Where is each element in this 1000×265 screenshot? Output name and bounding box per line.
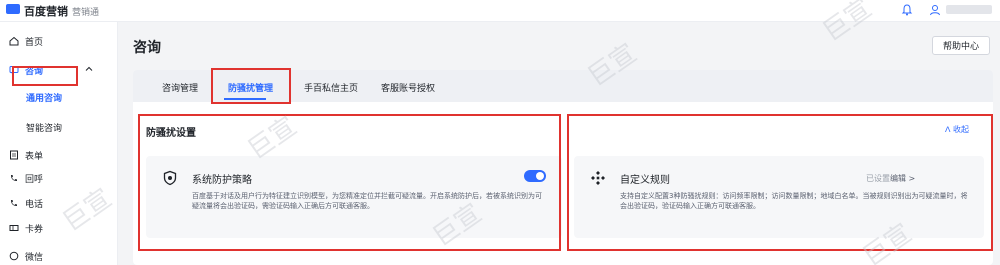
tab-baidu-private-message[interactable]: 手百私信主页	[304, 81, 358, 94]
user-icon[interactable]	[928, 3, 942, 17]
bell-icon[interactable]	[900, 3, 914, 17]
tab-bar: 咨询管理 防骚扰管理 手百私信主页 客服账号授权	[133, 68, 993, 104]
logo-subtitle: 营销通	[72, 8, 100, 18]
sidebar-item-label: 智能咨询	[26, 123, 63, 134]
logo-icon	[6, 4, 20, 14]
tab-service-account-auth[interactable]: 客服账号授权	[381, 81, 435, 94]
user-name-placeholder[interactable]	[946, 5, 992, 14]
page-title: 咨询	[133, 40, 161, 56]
sidebar-item-label: 卡券	[25, 224, 44, 235]
sidebar-item-label: 电话	[25, 199, 44, 210]
chevron-up-icon[interactable]	[84, 64, 94, 74]
tab-consult-management[interactable]: 咨询管理	[162, 81, 198, 94]
home-icon	[9, 36, 19, 46]
highlight-box-sidebar	[12, 66, 78, 86]
sidebar-item-label: 表单	[25, 151, 44, 162]
wechat-icon	[9, 251, 19, 261]
sidebar-item-home[interactable]: 首页	[0, 32, 118, 50]
coupon-icon	[9, 225, 19, 231]
sidebar-item-form[interactable]: 表单	[0, 146, 118, 164]
highlight-box-tab	[211, 68, 291, 104]
sidebar-item-smart-consult[interactable]: 智能咨询	[0, 118, 118, 136]
callback-icon	[11, 175, 17, 181]
highlight-box-custom-rules	[567, 114, 993, 251]
sidebar-item-label: 回呼	[25, 174, 44, 185]
sidebar-item-wechat[interactable]: 微信	[0, 247, 118, 265]
highlight-box-system-protection	[138, 114, 561, 251]
help-center-button[interactable]: 帮助中心	[932, 36, 990, 55]
form-icon	[10, 150, 18, 160]
logo-text: 百度营销	[24, 5, 68, 18]
sidebar-item-label: 首页	[25, 37, 44, 48]
sidebar-item-general-consult[interactable]: 通用咨询	[0, 88, 118, 106]
sidebar-item-label: 通用咨询	[26, 93, 63, 104]
sidebar-item-label: 微信	[25, 252, 44, 263]
sidebar: 首页 咨询 通用咨询 智能咨询 表单 回呼 电话 卡券 微信	[0, 22, 118, 265]
phone-icon	[11, 200, 17, 206]
sidebar-item-coupon[interactable]: 卡券	[0, 219, 118, 237]
